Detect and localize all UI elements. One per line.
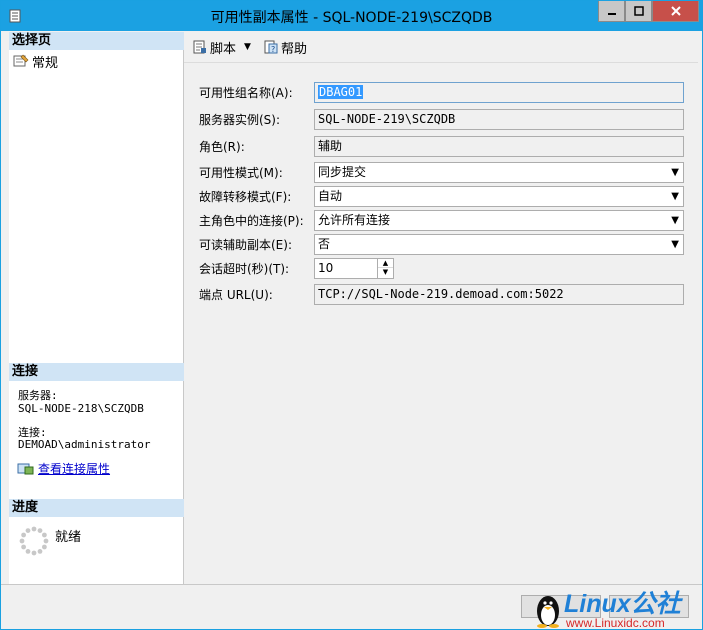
help-button[interactable]: ? 帮助 (263, 38, 307, 57)
primary-role-conn-label: 主角色中的连接(P): (199, 213, 304, 228)
role-row: 角色(R): (199, 135, 314, 157)
progress-status: 就绪 (55, 530, 82, 545)
failover-mode-select[interactable]: 自动 ▼ (314, 186, 684, 207)
svg-text:?: ? (271, 45, 275, 54)
main-panel: 脚本 ▼ ? 帮助 可用性组名称(A): DBAG01 服务器实例(S): SQ… (184, 32, 698, 584)
watermark-url: www.Linuxidc.com (565, 616, 665, 629)
readable-secondary-select[interactable]: 否 ▼ (314, 234, 684, 255)
session-timeout-stepper[interactable]: 10 ▲ ▼ (314, 258, 394, 279)
primary-role-conn-value: 允许所有连接 (318, 213, 391, 227)
readable-secondary-row: 可读辅助副本(E): (199, 233, 314, 255)
chevron-down-icon[interactable]: ▼ (244, 42, 251, 52)
maximize-button[interactable] (625, 1, 652, 22)
group-name-value: DBAG01 (318, 85, 364, 99)
stepper-down-icon[interactable]: ▼ (378, 268, 393, 277)
primary-role-conn-select[interactable]: 允许所有连接 ▼ (314, 210, 684, 231)
help-label: 帮助 (280, 41, 307, 57)
group-name-label: 可用性组名称(A): (199, 85, 293, 100)
failover-mode-label: 故障转移模式(F): (199, 189, 292, 204)
failover-mode-row: 故障转移模式(F): (199, 185, 314, 207)
session-timeout-value: 10 (318, 261, 334, 275)
connection-properties-icon (17, 463, 34, 474)
server-instance-field[interactable]: SQL-NODE-219\SCZQDB (314, 109, 684, 130)
title-bar[interactable]: 可用性副本属性 - SQL-NODE-219\SCZQDB (1, 1, 702, 31)
endpoint-url-field[interactable]: TCP://SQL-Node-219.demoad.com:5022 (314, 284, 684, 305)
session-timeout-row: 会话超时(秒)(T): (199, 257, 314, 279)
chevron-down-icon[interactable]: ▼ (671, 211, 679, 230)
connection-header: 连接 (9, 363, 184, 381)
connection-value: DEMOAD\administrator (18, 438, 151, 451)
stepper-buttons: ▲ ▼ (377, 259, 393, 278)
dialog-window: 可用性副本属性 - SQL-NODE-219\SCZQDB 选择页 常规 连接 … (0, 0, 703, 630)
help-icon: ? (264, 40, 278, 54)
group-name-row: 可用性组名称(A): (199, 81, 314, 103)
role-field[interactable]: 辅助 (314, 136, 684, 157)
availability-mode-row: 可用性模式(M): (199, 161, 314, 183)
maximize-icon (633, 6, 644, 16)
role-label: 角色(R): (199, 139, 245, 154)
availability-mode-select[interactable]: 同步提交 ▼ (314, 162, 684, 183)
linux-watermark: Linux公社 www.Linuxidc.com (537, 590, 684, 629)
nav-item-label: 常规 (32, 55, 59, 71)
readable-secondary-label: 可读辅助副本(E): (199, 237, 292, 252)
chevron-down-icon[interactable]: ▼ (671, 163, 679, 182)
watermark-brand: Linux公社 (564, 590, 684, 618)
stepper-up-icon[interactable]: ▲ (378, 259, 393, 268)
select-page-header: 选择页 (9, 32, 184, 50)
availability-mode-value: 同步提交 (318, 165, 367, 179)
failover-mode-value: 自动 (318, 189, 343, 203)
window-title: 可用性副本属性 - SQL-NODE-219\SCZQDB (210, 10, 493, 26)
nav-item-general[interactable]: 常规 (13, 52, 59, 71)
availability-mode-label: 可用性模式(M): (199, 165, 283, 180)
properties-icon (13, 54, 29, 67)
server-instance-label: 服务器实例(S): (199, 112, 281, 127)
minimize-icon (607, 13, 616, 15)
script-label: 脚本 (210, 41, 237, 57)
minimize-button[interactable] (598, 1, 625, 22)
close-icon (670, 6, 681, 16)
progress-header: 进度 (9, 499, 184, 517)
server-label: 服务器: (18, 389, 58, 402)
view-connection-link[interactable]: 查看连接属性 (38, 460, 110, 477)
primary-role-conn-row: 主角色中的连接(P): (199, 209, 314, 231)
chevron-down-icon[interactable]: ▼ (671, 187, 679, 206)
group-name-field[interactable]: DBAG01 (314, 82, 684, 103)
session-timeout-label: 会话超时(秒)(T): (199, 261, 290, 276)
toolbar: 脚本 ▼ ? 帮助 (184, 32, 698, 63)
progress-spinner-icon (19, 526, 49, 556)
script-button[interactable]: 脚本 ▼ (192, 38, 251, 57)
endpoint-url-row: 端点 URL(U): (199, 283, 314, 305)
close-button[interactable] (652, 1, 699, 22)
endpoint-url-label: 端点 URL(U): (199, 287, 273, 302)
chevron-down-icon[interactable]: ▼ (671, 235, 679, 254)
view-connection-properties[interactable]: 查看连接属性 (17, 460, 110, 477)
server-instance-row: 服务器实例(S): (199, 108, 314, 130)
server-value: SQL-NODE-218\SCZQDB (18, 402, 144, 415)
script-icon (193, 40, 206, 54)
readable-secondary-value: 否 (318, 237, 331, 251)
left-panel: 选择页 常规 连接 服务器: SQL-NODE-218\SCZQDB 连接: D… (9, 32, 184, 584)
